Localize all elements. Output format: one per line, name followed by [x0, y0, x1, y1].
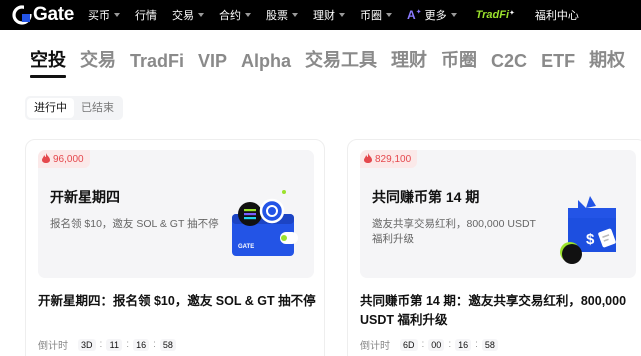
prize-pool-badge: 96,000 — [38, 150, 90, 168]
nav-item-stocks[interactable]: 股票 — [266, 7, 299, 23]
welfare-center-link[interactable]: 福利中心 — [535, 7, 579, 23]
countdown-days: 3D — [78, 338, 96, 351]
nav-item-markets[interactable]: 行情 — [135, 7, 157, 23]
gift-box-illustration-icon: $ — [560, 196, 616, 264]
ai-sparkle-icon: A✦ — [407, 8, 422, 22]
tab-options[interactable]: 期权 — [589, 46, 625, 72]
tab-square[interactable]: 币圈 — [441, 46, 477, 72]
campaign-card[interactable]: 829,100 共同赚币第 14 期 邀友共享交易红利，800,000 USDT… — [347, 139, 641, 356]
gate-logo-icon — [12, 5, 32, 25]
tab-trading-tools[interactable]: 交易工具 — [305, 46, 377, 72]
logo-text: Gate — [33, 4, 75, 25]
countdown-minutes: 16 — [133, 338, 150, 351]
chevron-down-icon — [245, 13, 252, 17]
category-tabs: 空投 交易 TradFi VIP Alpha 交易工具 理财 币圈 C2C ET… — [30, 46, 639, 78]
svg-text:$: $ — [586, 231, 595, 248]
status-toggle: 进行中 已结束 — [25, 96, 123, 120]
banner-description: 邀友共享交易红利，800,000 USDT 福利升级 — [372, 218, 536, 245]
chevron-down-icon — [339, 13, 346, 17]
campaign-banner[interactable]: 96,000 开新星期四 报名领 $10，邀友 SOL & GT 抽不停 GAT… — [38, 150, 314, 278]
campaign-card[interactable]: 96,000 开新星期四 报名领 $10，邀友 SOL & GT 抽不停 GAT… — [25, 139, 325, 356]
tab-etf[interactable]: ETF — [541, 51, 575, 72]
nav-item-futures[interactable]: 合约 — [219, 7, 252, 23]
campaign-banner[interactable]: 829,100 共同赚币第 14 期 邀友共享交易红利，800,000 USDT… — [360, 150, 636, 278]
svg-text:GATE: GATE — [238, 244, 254, 250]
chevron-down-icon — [386, 13, 393, 17]
countdown-seconds: 58 — [481, 338, 498, 351]
banner-title: 共同赚币第 14 期 — [372, 189, 480, 205]
tab-vip[interactable]: VIP — [198, 51, 227, 72]
banner-title: 开新星期四 — [50, 189, 120, 205]
countdown: 倒计时 6D: 00: 16: 58 — [360, 337, 498, 352]
status-ongoing-tab[interactable]: 进行中 — [27, 98, 74, 118]
nav-item-more[interactable]: A✦ 更多 — [407, 7, 457, 23]
nav-menu: 买币 行情 交易 合约 股票 理财 币圈 A✦ 更多 TradFi✦ 福利中心 — [88, 7, 579, 23]
tab-tradfi[interactable]: TradFi — [130, 51, 184, 72]
chevron-down-icon — [114, 13, 121, 17]
countdown-hours: 00 — [428, 338, 445, 351]
nav-item-earn[interactable]: 理财 — [313, 7, 346, 23]
countdown-hours: 11 — [106, 338, 123, 351]
countdown-label: 倒计时 — [38, 341, 68, 352]
prize-pool-badge: 829,100 — [360, 150, 418, 168]
flame-icon — [364, 152, 372, 166]
countdown-minutes: 16 — [455, 338, 472, 351]
banner-description: 报名领 $10，邀友 SOL & GT 抽不停 — [50, 218, 219, 230]
nav-item-square[interactable]: 币圈 — [360, 7, 393, 23]
countdown: 倒计时 3D: 11: 16: 58 — [38, 337, 176, 352]
tab-alpha[interactable]: Alpha — [241, 51, 291, 72]
nav-item-trade[interactable]: 交易 — [172, 7, 205, 23]
gate-logo[interactable]: Gate — [12, 4, 74, 26]
top-nav: Gate 买币 行情 交易 合约 股票 理财 币圈 A✦ 更多 TradFi✦ … — [0, 0, 641, 30]
campaign-title[interactable]: 共同赚币第 14 期：邀友共享交易红利，800,000 USDT 福利升级 — [360, 292, 640, 330]
countdown-days: 6D — [400, 338, 418, 351]
campaign-title[interactable]: 开新星期四：报名领 $10，邀友 SOL & GT 抽不停 — [38, 292, 318, 311]
tradfi-link[interactable]: TradFi✦ — [476, 9, 515, 21]
tab-earn[interactable]: 理财 — [391, 46, 427, 72]
countdown-seconds: 58 — [159, 338, 176, 351]
tab-trade[interactable]: 交易 — [80, 46, 116, 72]
chevron-down-icon — [198, 13, 205, 17]
nav-item-buy-crypto[interactable]: 买币 — [88, 7, 121, 23]
status-ended-tab[interactable]: 已结束 — [74, 98, 121, 118]
tab-c2c[interactable]: C2C — [491, 51, 527, 72]
chevron-down-icon — [292, 13, 299, 17]
countdown-label: 倒计时 — [360, 341, 390, 352]
tab-airdrop[interactable]: 空投 — [30, 46, 66, 78]
chevron-down-icon — [450, 13, 457, 17]
gate-wallet-illustration-icon: GATE — [232, 190, 298, 256]
flame-icon — [42, 152, 50, 166]
